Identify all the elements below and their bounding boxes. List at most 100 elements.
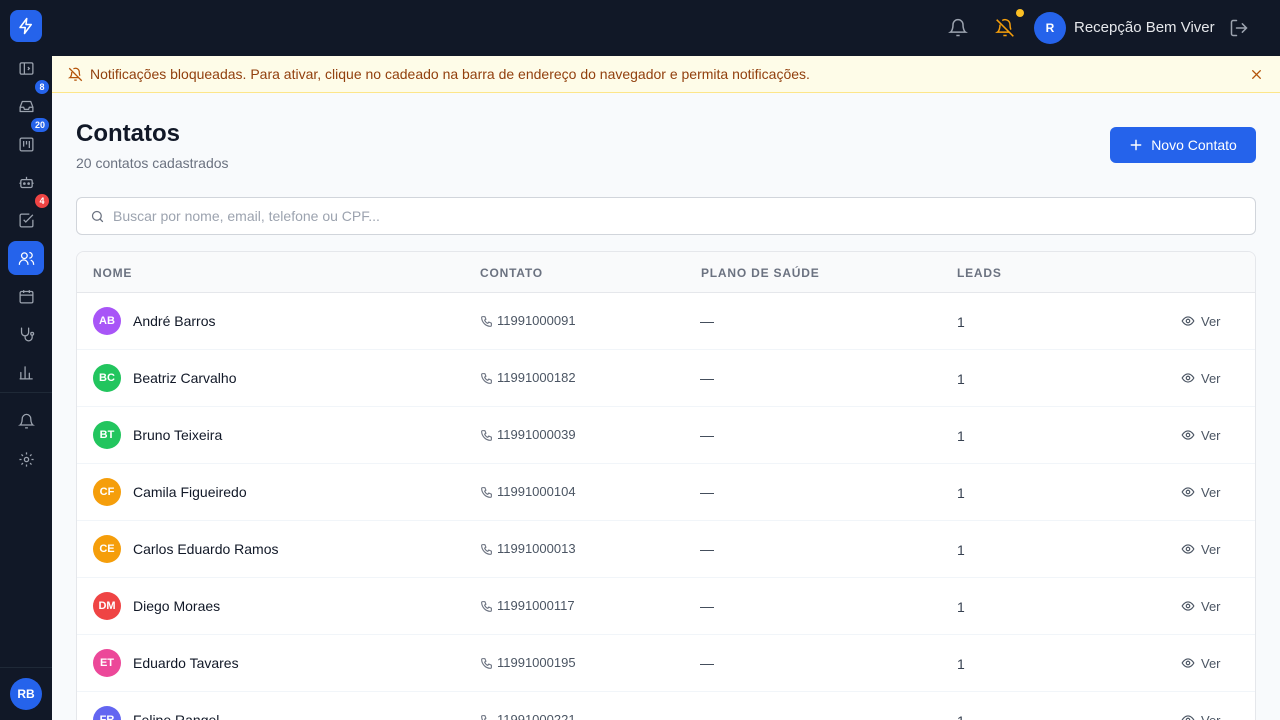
contact-name[interactable]: Bruno Teixeira [133, 427, 222, 443]
bell-off-icon[interactable] [995, 18, 1015, 38]
topbar: R Recepção Bem Viver [52, 0, 1280, 56]
table-row[interactable]: DM Diego Moraes 11991000117 — 1 Ver [77, 578, 1255, 635]
search-icon [91, 210, 104, 223]
sidebar-item-contacts[interactable] [8, 241, 44, 275]
new-contact-label: Novo Contato [1151, 137, 1237, 153]
contact-phone: 11991000104 [497, 484, 576, 499]
eye-icon [1181, 373, 1195, 383]
inbox-badge: 8 [34, 79, 50, 95]
app-logo[interactable] [10, 10, 42, 42]
sidebar-item-kanban[interactable]: 20 [8, 117, 50, 161]
stethoscope-icon [20, 326, 34, 342]
phone-icon [480, 429, 493, 442]
phone-icon [480, 543, 493, 556]
contact-name[interactable]: Eduardo Tavares [133, 655, 239, 671]
header-name[interactable]: NOME [93, 266, 132, 280]
contact-avatar: DM [93, 592, 121, 620]
table-row[interactable]: BT Bruno Teixeira 11991000039 — 1 Ver [77, 407, 1255, 464]
sidebar-item-calendar[interactable] [8, 279, 44, 313]
plus-icon [1130, 139, 1142, 151]
kanban-icon [18, 136, 34, 152]
new-contact-button[interactable]: Novo Contato [1110, 127, 1256, 163]
contact-name[interactable]: Camila Figueiredo [133, 484, 247, 500]
view-label: Ver [1201, 427, 1221, 443]
settings-icon [18, 451, 34, 467]
contact-phone: 11991000221 [497, 712, 576, 720]
page-subtitle: 20 contatos cadastrados [76, 155, 229, 171]
users-icon [18, 251, 34, 265]
sidebar-toggle-icon [18, 61, 34, 75]
view-contact-button[interactable]: Ver [1181, 596, 1221, 616]
contact-plan: — [700, 427, 714, 443]
table-row[interactable]: AB André Barros 11991000091 — 1 Ver [77, 293, 1255, 350]
banner-text: Notificações bloqueadas. Para ativar, cl… [90, 66, 810, 82]
view-contact-button[interactable]: Ver [1181, 425, 1221, 445]
lightning-icon [19, 17, 32, 35]
tasks-icon [18, 212, 34, 228]
view-contact-button[interactable]: Ver [1181, 482, 1221, 502]
sidebar-divider [0, 392, 52, 393]
contact-phone: 11991000117 [497, 598, 575, 613]
view-contact-button[interactable]: Ver [1181, 311, 1221, 331]
user-name[interactable]: Recepção Bem Viver [1074, 19, 1215, 36]
close-icon[interactable] [1250, 68, 1263, 81]
sidebar-item-notifications[interactable] [8, 404, 44, 438]
view-label: Ver [1201, 598, 1221, 614]
user-avatar[interactable]: R [1034, 12, 1066, 44]
table-row[interactable]: CF Camila Figueiredo 11991000104 — 1 Ver [77, 464, 1255, 521]
header-plan[interactable]: PLANO DE SAÚDE [701, 266, 820, 280]
contact-plan: — [700, 712, 714, 720]
contact-phone: 11991000091 [497, 313, 576, 328]
contact-name[interactable]: Felipe Rangel [133, 712, 219, 720]
eye-icon [1181, 658, 1195, 668]
sidebar-item-clinical[interactable] [8, 317, 44, 351]
header-leads[interactable]: LEADS [957, 266, 1002, 280]
contact-avatar: FR [93, 706, 121, 720]
view-label: Ver [1201, 313, 1221, 329]
view-contact-button[interactable]: Ver [1181, 653, 1221, 673]
sidebar-user-avatar[interactable]: RB [10, 678, 42, 710]
inbox-icon [18, 100, 34, 112]
contact-phone: 11991000182 [497, 370, 576, 385]
sidebar-item-settings[interactable] [8, 442, 44, 476]
table-row[interactable]: BC Beatriz Carvalho 11991000182 — 1 Ver [77, 350, 1255, 407]
contact-leads: 1 [957, 713, 965, 720]
table-row[interactable]: FR Felipe Rangel 11991000221 — 1 Ver [77, 692, 1255, 720]
view-label: Ver [1201, 541, 1221, 557]
contact-name[interactable]: André Barros [133, 313, 215, 329]
contact-leads: 1 [957, 428, 965, 444]
contact-plan: — [700, 484, 714, 500]
contacts-table: NOME CONTATO PLANO DE SAÚDE LEADS AB Andr… [76, 251, 1256, 720]
eye-icon [1181, 715, 1195, 720]
contact-leads: 1 [957, 542, 965, 558]
contact-phone: 11991000195 [497, 655, 576, 670]
header-contact[interactable]: CONTATO [480, 266, 543, 280]
view-contact-button[interactable]: Ver [1181, 368, 1221, 388]
sidebar-item-tasks[interactable]: 4 [8, 193, 50, 237]
contact-avatar: BT [93, 421, 121, 449]
contact-plan: — [700, 370, 714, 386]
logout-icon[interactable] [1229, 18, 1249, 38]
table-row[interactable]: ET Eduardo Tavares 11991000195 — 1 Ver [77, 635, 1255, 692]
search-input[interactable] [113, 198, 1233, 234]
phone-icon [480, 372, 493, 385]
view-contact-button[interactable]: Ver [1181, 539, 1221, 559]
contact-plan: — [700, 598, 714, 614]
view-label: Ver [1201, 712, 1221, 720]
contact-leads: 1 [957, 485, 965, 501]
bell-icon[interactable] [948, 18, 968, 38]
phone-icon [480, 600, 493, 613]
contact-avatar: BC [93, 364, 121, 392]
phone-icon [480, 714, 493, 720]
calendar-icon [18, 289, 34, 304]
chart-icon [18, 365, 33, 380]
table-row[interactable]: CE Carlos Eduardo Ramos 11991000013 — 1 Ver [77, 521, 1255, 578]
bell-off-icon [68, 67, 83, 82]
contact-name[interactable]: Diego Moraes [133, 598, 220, 614]
sidebar-item-reports[interactable] [8, 355, 44, 389]
contact-name[interactable]: Beatriz Carvalho [133, 370, 237, 386]
contact-leads: 1 [957, 599, 965, 615]
contact-plan: — [700, 313, 714, 329]
view-contact-button[interactable]: Ver [1181, 710, 1221, 720]
contact-name[interactable]: Carlos Eduardo Ramos [133, 541, 279, 557]
